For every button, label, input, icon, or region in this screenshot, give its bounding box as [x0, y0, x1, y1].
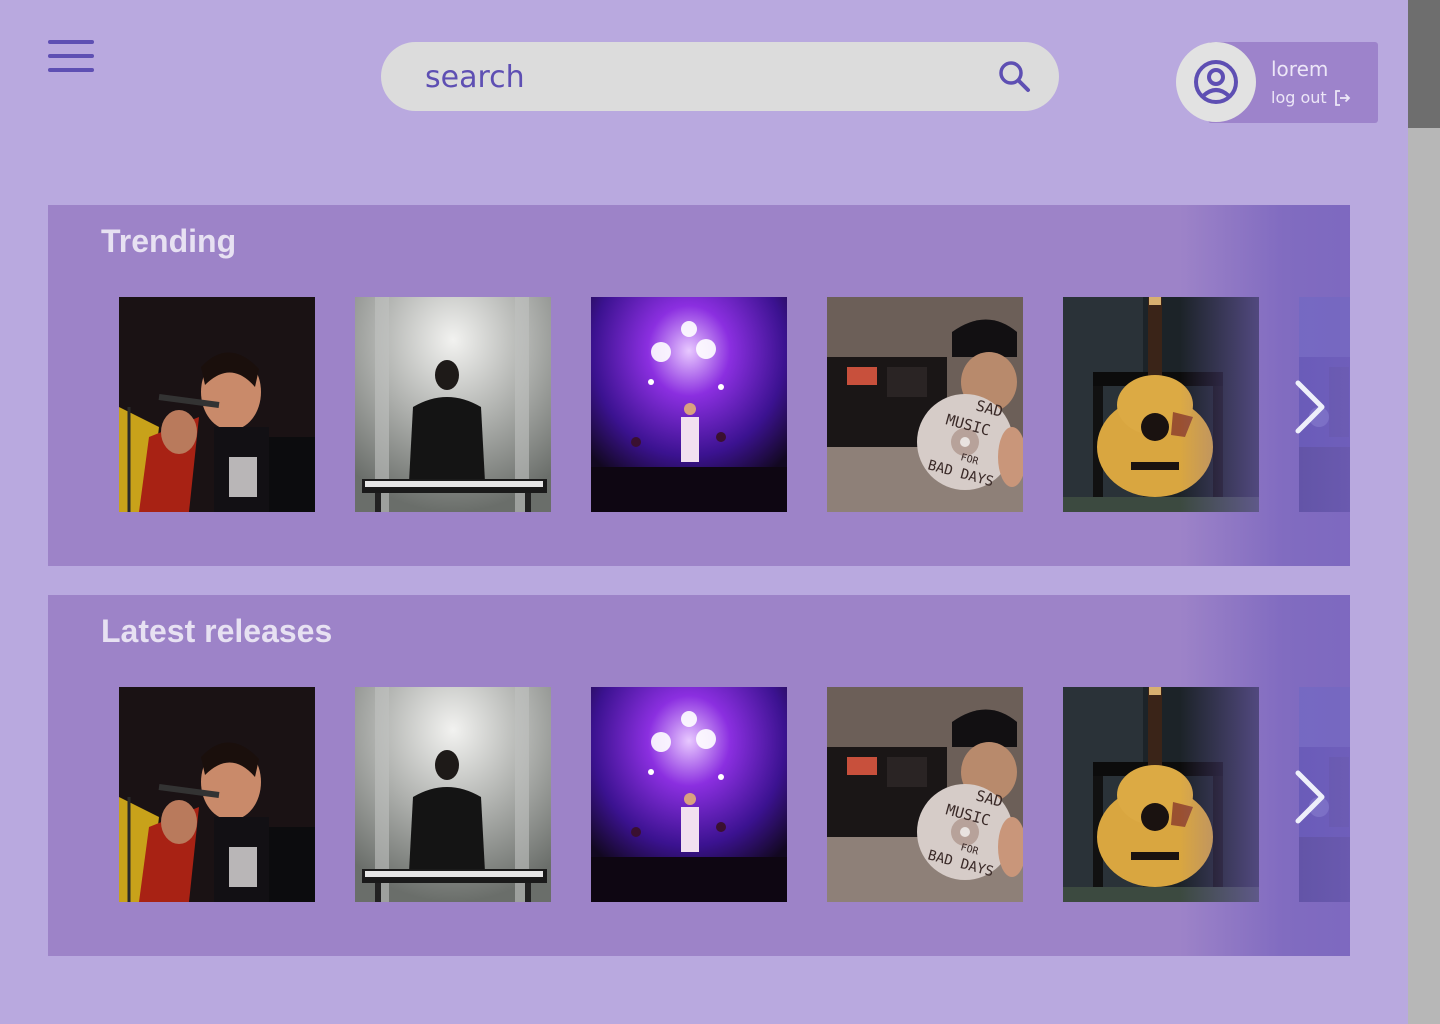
user-circle-icon	[1194, 60, 1238, 104]
album-card-guitar[interactable]	[1063, 297, 1259, 512]
album-card-singer[interactable]	[119, 687, 315, 902]
music-app-page: lorem log out Trending	[0, 0, 1440, 1024]
scrollbar-thumb[interactable]	[1408, 0, 1440, 128]
chevron-right-icon[interactable]	[1290, 377, 1330, 437]
search-bar[interactable]	[381, 42, 1059, 111]
logout-label: log out	[1271, 88, 1327, 107]
avatar[interactable]	[1176, 42, 1256, 122]
album-card-keyboardist[interactable]	[355, 297, 551, 512]
sad-music-cd-image: SAD MUSIC FOR BAD DAYS	[827, 687, 1023, 902]
album-card-guitar[interactable]	[1063, 687, 1259, 902]
keyboardist-image	[355, 687, 551, 902]
user-name: lorem	[1271, 57, 1329, 81]
concert-image	[591, 297, 787, 512]
album-card-concert[interactable]	[591, 687, 787, 902]
guitar-image	[1063, 687, 1259, 902]
album-card-sad-music[interactable]: SAD MUSIC FOR BAD DAYS	[827, 297, 1023, 512]
chevron-right-icon[interactable]	[1290, 767, 1330, 827]
album-card-concert[interactable]	[591, 297, 787, 512]
guitar-image	[1063, 297, 1259, 512]
concert-image	[591, 687, 787, 902]
album-card-keyboardist[interactable]	[355, 687, 551, 902]
latest-releases-section: Latest releases SAD MUSIC FOR BAD DAYS	[48, 595, 1350, 956]
trending-section: Trending SAD MUSIC FOR BAD DAYS	[48, 205, 1350, 566]
search-icon[interactable]	[996, 58, 1032, 94]
search-input[interactable]	[423, 52, 987, 102]
scrollbar[interactable]	[1408, 0, 1440, 1024]
singer-image	[119, 687, 315, 902]
menu-icon[interactable]	[48, 38, 94, 74]
singer-image	[119, 297, 315, 512]
sad-music-cd-image: SAD MUSIC FOR BAD DAYS	[827, 297, 1023, 512]
section-title: Trending	[101, 223, 237, 259]
logout-icon	[1334, 89, 1350, 106]
keyboardist-image	[355, 297, 551, 512]
section-title: Latest releases	[101, 613, 333, 649]
album-card-sad-music[interactable]: SAD MUSIC FOR BAD DAYS	[827, 687, 1023, 902]
logout-button[interactable]: log out	[1271, 88, 1351, 107]
album-card-singer[interactable]	[119, 297, 315, 512]
